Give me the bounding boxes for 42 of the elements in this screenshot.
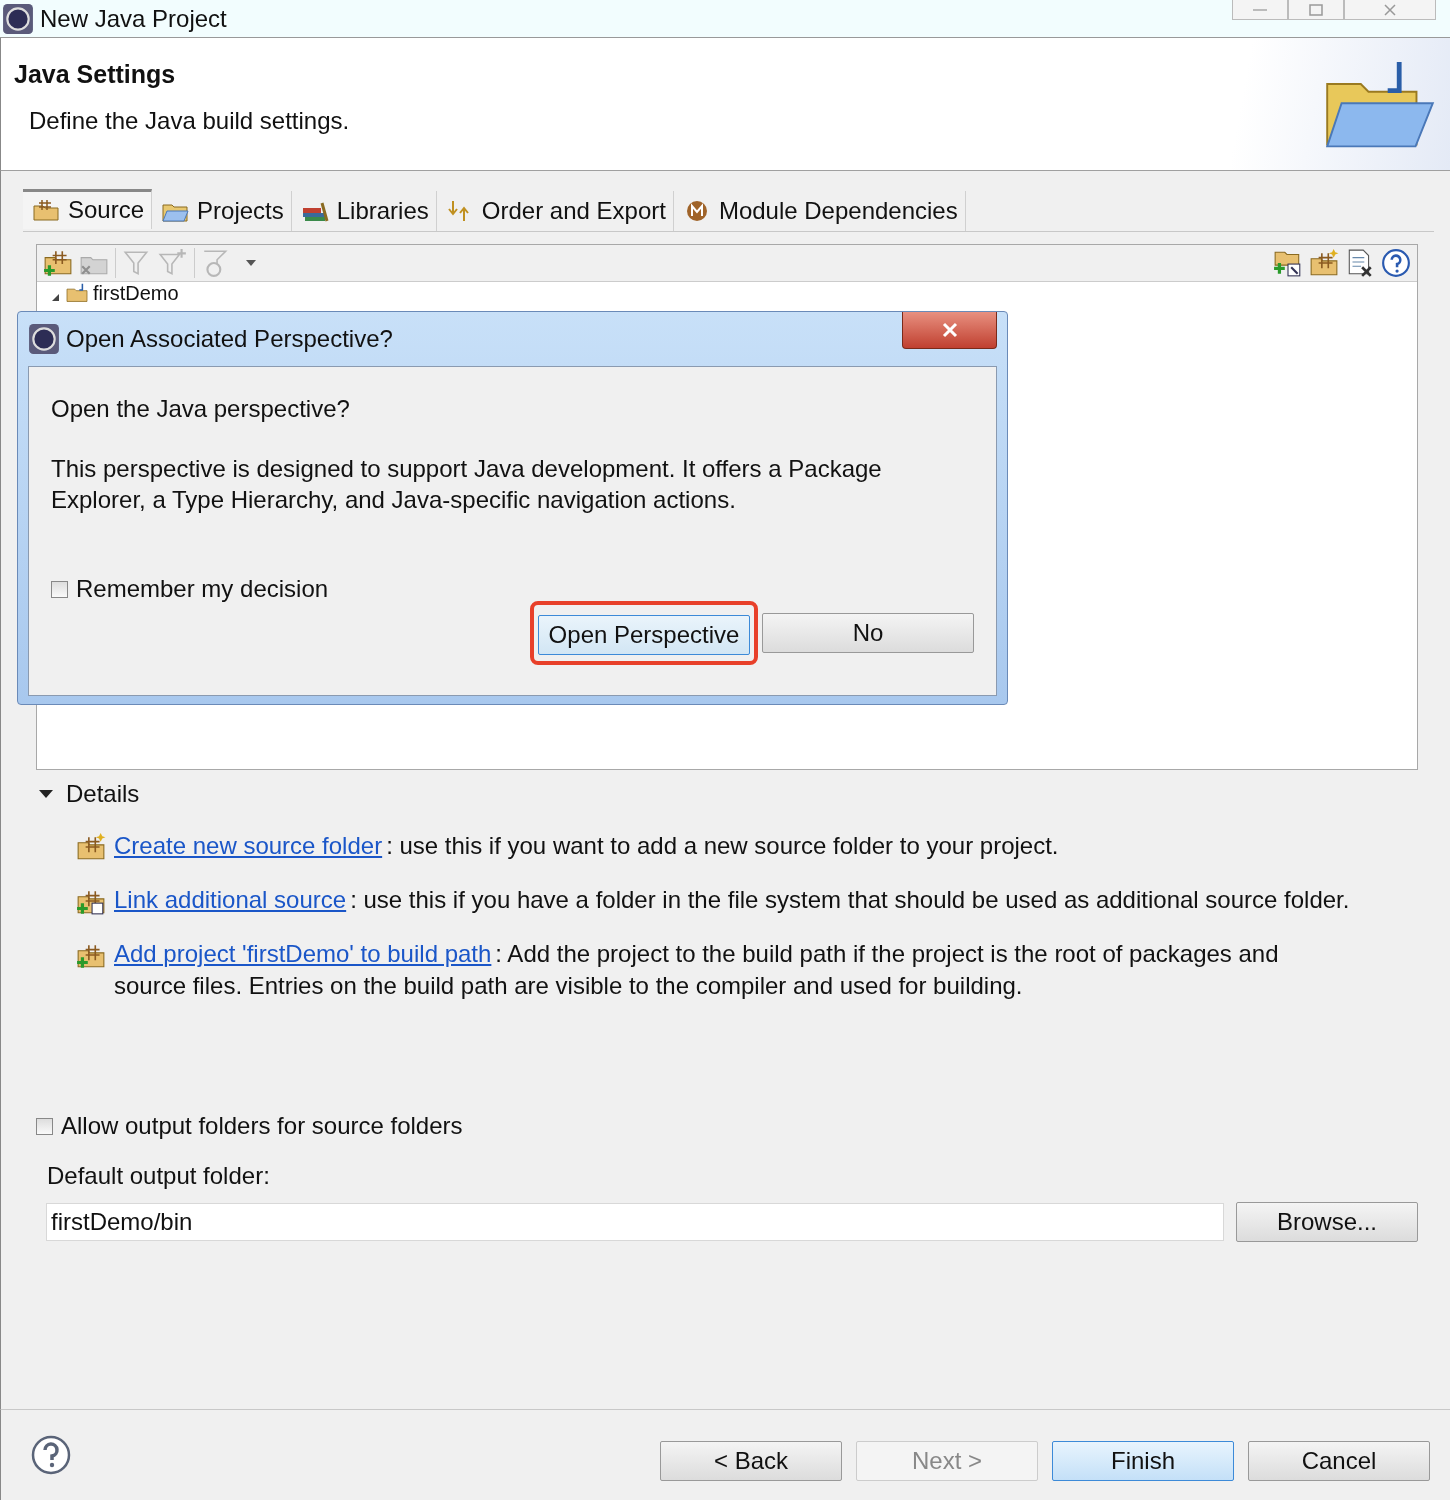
checkbox-label[interactable]: Remember my decision	[76, 575, 329, 603]
checkbox[interactable]	[36, 1117, 53, 1135]
detail-link[interactable]: Link additional source	[114, 886, 347, 913]
detail-text: Link additional source : use this if you have a folder in the file system that should be used as additional source folder.	[114, 885, 1350, 915]
browse-button[interactable]: Browse...	[1236, 1202, 1418, 1242]
dropdown-caret-icon[interactable]	[245, 259, 257, 267]
add-folder-icon[interactable]	[43, 248, 73, 278]
collapse-arrow-icon[interactable]	[38, 789, 54, 799]
dialog-button[interactable]: No	[762, 613, 974, 653]
checkbox[interactable]	[51, 580, 68, 598]
tab[interactable]: Source	[23, 189, 153, 229]
new-folder-icon	[76, 832, 106, 862]
detail-text: Add project 'firstDemo' to build path : Add the project to the build path if the project is the root of packages and source files. Entries on the build path are visible to the compiler and used for building.	[114, 939, 1280, 1001]
new-folder-icon[interactable]	[1309, 248, 1339, 278]
minimize-icon	[1252, 8, 1268, 11]
help-icon[interactable]	[1381, 248, 1411, 278]
dialog-button[interactable]: Open Perspective	[538, 615, 750, 655]
detail-link[interactable]: Create new source folder	[114, 832, 383, 859]
page-title: Java Settings	[14, 60, 177, 89]
detail-text: Create new source folder : use this if you want to add a new source folder to your project.	[114, 831, 1059, 861]
detail-link[interactable]: Add project 'firstDemo' to build path	[114, 940, 492, 967]
app-icon	[28, 323, 60, 355]
wizard-button[interactable]: < Back	[660, 1441, 842, 1481]
checkbox-label[interactable]: Allow output folders for source folders	[61, 1112, 463, 1140]
dialog-title: Open Associated Perspective?	[66, 325, 393, 353]
page-subtitle: Define the Java build settings.	[29, 107, 350, 135]
wizard-button[interactable]: Finish	[1052, 1441, 1234, 1481]
output-folder-field[interactable]: firstDemo/bin	[46, 1203, 1224, 1241]
window-title: New Java Project	[40, 4, 227, 33]
tree-item[interactable]: firstDemo	[93, 282, 179, 304]
app-icon	[2, 2, 34, 35]
dialog-question: Open the Java perspective?	[51, 395, 351, 423]
field-label: Default output folder:	[47, 1162, 271, 1190]
details-label[interactable]: Details	[66, 780, 140, 808]
project-folder-icon	[65, 283, 89, 303]
source-folder-icon	[32, 198, 60, 222]
close-button[interactable]	[902, 312, 997, 349]
maximize-icon	[1306, 2, 1326, 17]
help-icon[interactable]	[31, 1435, 71, 1475]
wizard-button[interactable]: Cancel	[1248, 1441, 1430, 1481]
expand-arrow-icon[interactable]	[51, 292, 61, 302]
dialog-message: This perspective is designed to support Java development. It offers a Package Explorer, a Type Hierarchy, and Java-specific navigation actions.	[51, 454, 883, 515]
